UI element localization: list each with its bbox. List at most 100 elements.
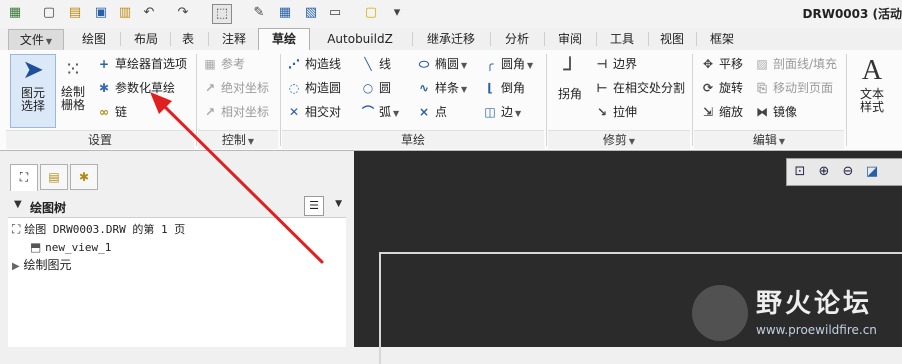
tree-row-view[interactable]: ⬒ new_view_1 [30,238,111,256]
tree-settings-dropdown-icon[interactable]: ▼ [335,199,342,209]
rotate-label: 旋转 [719,81,743,95]
save-icon[interactable]: ▣ [92,4,110,22]
new-file-icon[interactable]: ▢ [40,4,58,22]
preferences-icon: + [96,54,112,74]
move-to-page-button[interactable]: ⎘移动到页面 [754,78,833,98]
boundary-button[interactable]: ⊣边界 [594,54,637,74]
zoom-out-icon[interactable]: ⊖ [838,162,858,182]
collapse-icon[interactable]: ▼ [14,199,22,210]
tree-settings-icon[interactable]: ☰ [304,196,324,216]
select-entity-button[interactable]: ➤ 图元选择 [10,54,56,128]
corner-button[interactable]: ┘ 拐角 [552,56,588,101]
text-style-button[interactable]: A 文本样式 [852,56,892,114]
chamfer-button[interactable]: ⌊倒角 [482,78,525,98]
sketch-ribbon: ➤ 图元选择 ⁙ 绘制栅格 +草绘器首选项 ✱参数化草绘 ∞链 设置 ▦参考 ↗… [0,50,902,151]
construction-circle-button[interactable]: ◌构造圆 [286,78,341,98]
edge-label: 边 [501,105,513,119]
fillet-dropdown-icon[interactable]: ▼ [527,61,533,70]
text-style-icon: A [852,56,892,86]
circle-button[interactable]: ○圆 [360,78,391,98]
tab-file-label: 文件 [20,33,44,47]
tab-review[interactable]: 审阅 [548,29,592,50]
close-window-icon[interactable]: ▭ [326,4,344,22]
select-box-icon[interactable]: ⬚ [212,4,232,24]
section-fill-label: 剖面线/填充 [773,57,837,71]
arc-button[interactable]: ⌒弧▼ [360,102,399,122]
rotate-button[interactable]: ⟳旋转 [700,78,743,98]
tab-drawing[interactable]: 绘图 [72,29,116,50]
line-icon: ╲ [360,54,376,74]
intersect-pair-button[interactable]: ✕相交对 [286,102,341,122]
tab-table[interactable]: 表 [172,29,204,50]
sketcher-preferences-button[interactable]: +草绘器首选项 [96,54,187,74]
scale-button[interactable]: ⇲缩放 [700,102,743,122]
select-entity-label: 图元选择 [18,87,48,113]
tab-tools[interactable]: 工具 [600,29,644,50]
arc-dropdown-icon[interactable]: ▼ [393,109,399,118]
tree-row-drawing-sheet[interactable]: ⛶ 绘图 DRW0003.DRW 的第 1 页 [12,220,185,238]
spline-dropdown-icon[interactable]: ▼ [461,85,467,94]
arc-label: 弧 [379,105,391,119]
tab-analysis[interactable]: 分析 [494,29,540,50]
tab-layout[interactable]: 布局 [124,29,168,50]
boundary-icon: ⊣ [594,54,610,74]
regenerate-icon[interactable]: ✎ [250,4,268,22]
graphics-window[interactable]: ⊡ ⊕ ⊖ ◪ 野火论坛 www.proewildfire.cn [354,151,902,347]
window-icon[interactable]: ▦ [276,4,294,22]
group-label-trim[interactable]: 修剪▼ [548,130,690,149]
repaint-icon[interactable]: ◪ [862,162,882,182]
absolute-coordinates-button[interactable]: ↗绝对坐标 [202,78,269,98]
move-button[interactable]: ✥平移 [700,54,743,74]
ellipse-button[interactable]: ⬭椭圆▼ [416,54,467,74]
zoom-in-icon[interactable]: ⊕ [814,162,834,182]
stretch-button[interactable]: ↘拉伸 [594,102,637,122]
spline-button[interactable]: ∿样条▼ [416,78,467,98]
relative-coordinates-label: 相对坐标 [221,105,269,119]
highlight-icon[interactable]: ▢ [362,4,380,22]
construction-line-button[interactable]: ⋰构造线 [286,54,341,74]
tab-sketch[interactable]: 草绘 [258,28,310,52]
tab-favorites[interactable]: ✱ [70,164,98,190]
chamfer-label: 倒角 [501,81,525,95]
mirror-button[interactable]: ⧓镜像 [754,102,797,122]
tab-file[interactable]: 文件▼ [8,29,64,50]
chain-button[interactable]: ∞链 [96,102,127,122]
refit-icon[interactable]: ⊡ [790,162,810,182]
ellipse-dropdown-icon[interactable]: ▼ [461,61,467,70]
windows-switch-icon[interactable]: ▧ [302,4,320,22]
tab-folder-browser[interactable]: ▤ [40,164,68,190]
point-label: 点 [435,105,447,119]
divide-at-intersect-button[interactable]: ⊢在相交处分割 [594,78,685,98]
customize-dropdown-icon[interactable]: ▾ [388,4,406,22]
relative-coordinates-button[interactable]: ↗相对坐标 [202,102,269,122]
redo-icon[interactable]: ↷ [174,4,192,22]
tab-inheritance-migration[interactable]: 继承迁移 [416,29,486,50]
tab-annotate[interactable]: 注释 [212,29,256,50]
tab-drawing-tree[interactable]: ⛶ [10,164,38,191]
boundary-label: 边界 [613,57,637,71]
fillet-button[interactable]: ╭圆角▼ [482,54,533,74]
line-button[interactable]: ╲线 [360,54,391,74]
tree-row-sketched-entities[interactable]: ▶ 绘制图元 [12,256,72,274]
reference-icon: ▦ [202,54,218,74]
circle-icon: ○ [360,78,376,98]
expand-icon[interactable]: ▶ [12,261,20,272]
tab-autobuildz[interactable]: AutobuildZ [312,29,408,50]
absolute-coordinates-icon: ↗ [202,78,218,98]
undo-icon[interactable]: ↶ [140,4,158,22]
parametric-sketch-button[interactable]: ✱参数化草绘 [96,78,175,98]
graphics-toolbar: ⊡ ⊕ ⊖ ◪ [786,158,902,186]
draw-grid-button[interactable]: ⁙ 绘制栅格 [56,54,90,112]
tab-view[interactable]: 视图 [652,29,692,50]
edge-dropdown-icon[interactable]: ▼ [515,109,521,118]
open-folder-icon[interactable]: ▤ [66,4,84,22]
favorites-icon: ✱ [79,170,89,184]
reference-button[interactable]: ▦参考 [202,54,245,74]
save-copy-icon[interactable]: ▥ [116,4,134,22]
group-label-control[interactable]: 控制▼ [198,130,278,149]
tab-frame[interactable]: 框架 [700,29,744,50]
edge-button[interactable]: ◫边▼ [482,102,521,122]
group-label-edit[interactable]: 编辑▼ [694,130,844,149]
point-button[interactable]: ×点 [416,102,447,122]
section-fill-button[interactable]: ▨剖面线/填充 [754,54,837,74]
